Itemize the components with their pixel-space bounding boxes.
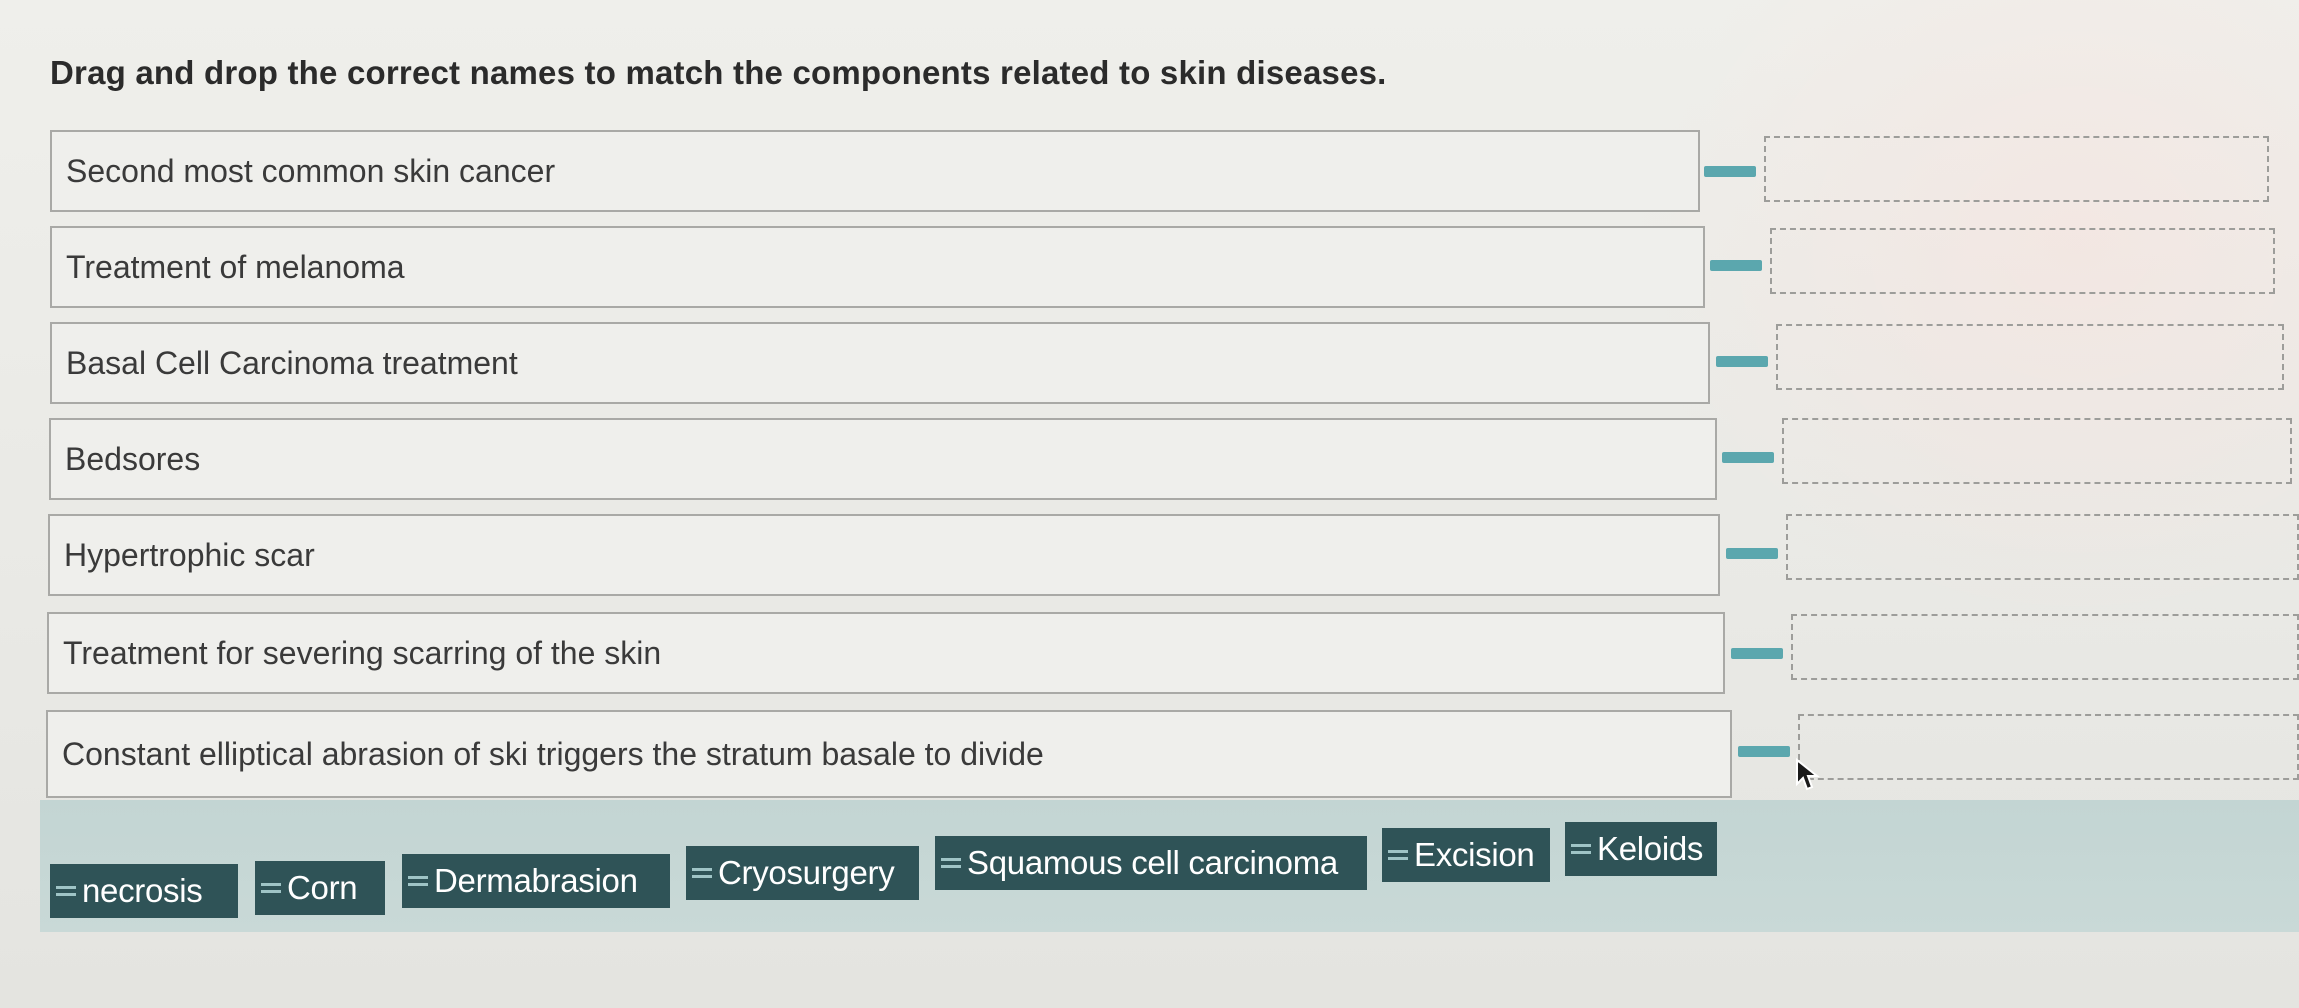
connector [1726,548,1778,559]
match-row: Treatment of melanoma [50,226,2299,310]
connector [1716,356,1768,367]
drop-zone[interactable] [1764,136,2269,202]
match-row: Bedsores [49,418,2299,502]
answer-chip-squamous-cell-carcinoma[interactable]: Squamous cell carcinoma [935,836,1367,890]
answer-chip-cryosurgery[interactable]: Cryosurgery [686,846,919,900]
prompt-box: Second most common skin cancer [50,130,1700,212]
connector [1710,260,1762,271]
drag-handle-icon [261,880,281,896]
drag-handle-icon [408,873,428,889]
drop-zone[interactable] [1798,714,2299,780]
answer-chip-label: Squamous cell carcinoma [967,844,1338,881]
mouse-cursor-icon [1796,758,1820,791]
question-text: Drag and drop the correct names to match… [50,54,1387,91]
prompt-label: Treatment for severing scarring of the s… [63,634,662,671]
drop-zone[interactable] [1786,514,2299,580]
prompt-label: Bedsores [65,440,201,477]
answer-chip-corn[interactable]: Corn [255,861,385,915]
prompt-box: Bedsores [49,418,1717,500]
drag-handle-icon [1571,841,1591,857]
prompt-label: Basal Cell Carcinoma treatment [66,344,518,381]
connector [1722,452,1774,463]
prompt-box: Basal Cell Carcinoma treatment [50,322,1710,404]
drag-handle-icon [692,865,712,881]
match-row: Second most common skin cancer [50,130,2299,214]
prompt-box: Treatment of melanoma [50,226,1705,308]
drop-zone[interactable] [1776,324,2284,390]
prompt-box: Hypertrophic scar [48,514,1720,596]
answer-chip-label: necrosis [82,872,203,909]
prompt-label: Hypertrophic scar [64,536,315,573]
answer-chip-excision[interactable]: Excision [1382,828,1550,882]
drag-handle-icon [56,883,76,899]
match-row: Hypertrophic scar [48,514,2299,598]
answer-chip-label: Cryosurgery [718,854,895,891]
prompt-box: Constant elliptical abrasion of ski trig… [46,710,1732,798]
match-row: Treatment for severing scarring of the s… [47,612,2299,696]
answer-chip-keloids[interactable]: Keloids [1565,822,1717,876]
match-row: Basal Cell Carcinoma treatment [50,322,2299,406]
answer-chip-necrosis[interactable]: necrosis [50,864,238,918]
prompt-box: Treatment for severing scarring of the s… [47,612,1725,694]
drag-handle-icon [1388,847,1408,863]
answer-chip-label: Dermabrasion [434,862,638,899]
prompt-label: Constant elliptical abrasion of ski trig… [62,735,1044,772]
connector [1738,746,1790,757]
answer-chip-label: Keloids [1597,830,1704,867]
page: Drag and drop the correct names to match… [0,0,2299,1008]
connector [1704,166,1756,177]
drop-zone[interactable] [1791,614,2299,680]
prompt-label: Treatment of melanoma [66,248,405,285]
answer-chip-label: Corn [287,869,358,906]
prompt-label: Second most common skin cancer [66,152,556,189]
answer-chip-dermabrasion[interactable]: Dermabrasion [402,854,670,908]
drop-zone[interactable] [1770,228,2275,294]
match-row: Constant elliptical abrasion of ski trig… [46,710,2299,798]
connector [1731,648,1783,659]
answer-chip-label: Excision [1414,836,1535,873]
drop-zone[interactable] [1782,418,2292,484]
drag-handle-icon [941,855,961,871]
